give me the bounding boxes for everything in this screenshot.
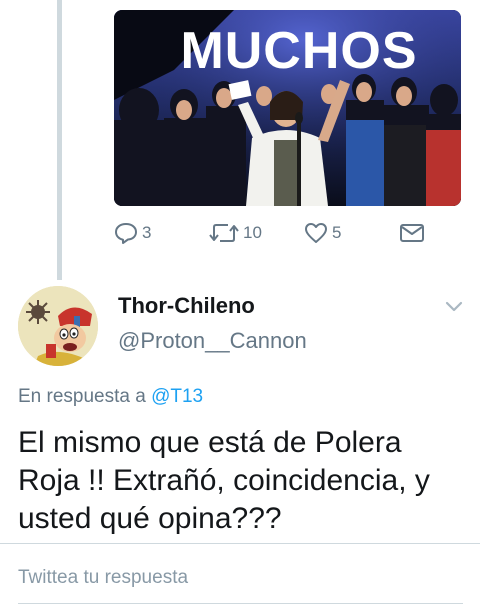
tweet-menu-button[interactable]: [442, 296, 466, 316]
in-reply-to: En respuesta a @T13: [18, 386, 203, 408]
in-reply-to-prefix: En respuesta a: [18, 386, 146, 407]
like-count: 5: [332, 223, 342, 242]
reply-compose-underline: [18, 603, 463, 604]
tweet-actions-bar: 3 10 5: [114, 222, 454, 252]
envelope-icon: [399, 222, 425, 244]
reply-compose-input[interactable]: Twittea tu respuesta: [18, 567, 188, 589]
retweet-icon: [209, 222, 239, 244]
retweet-button[interactable]: 10: [209, 222, 262, 244]
reply-count: 3: [142, 223, 152, 242]
reply-icon: [114, 222, 138, 244]
display-name[interactable]: Thor-Chileno: [118, 293, 255, 319]
thread-connector-line: [57, 0, 62, 280]
user-handle[interactable]: @Proton__Cannon: [118, 328, 307, 354]
sign-text: MUCHOS: [180, 22, 417, 80]
divider: [0, 543, 480, 544]
avatar[interactable]: [18, 286, 98, 366]
like-button[interactable]: 5: [304, 222, 341, 244]
retweet-count: 10: [243, 223, 262, 242]
direct-message-button[interactable]: [399, 222, 425, 244]
tweet-text: El mismo que está de Polera Roja !! Extr…: [18, 426, 430, 535]
chevron-down-icon: [445, 301, 463, 312]
tweet-photo[interactable]: MUCHOS: [114, 10, 461, 206]
reply-button[interactable]: 3: [114, 222, 151, 244]
mention-link[interactable]: @T13: [151, 386, 203, 407]
avatar-image: [18, 286, 98, 366]
rally-photo-image: MUCHOS: [114, 10, 461, 206]
heart-icon: [304, 222, 328, 244]
